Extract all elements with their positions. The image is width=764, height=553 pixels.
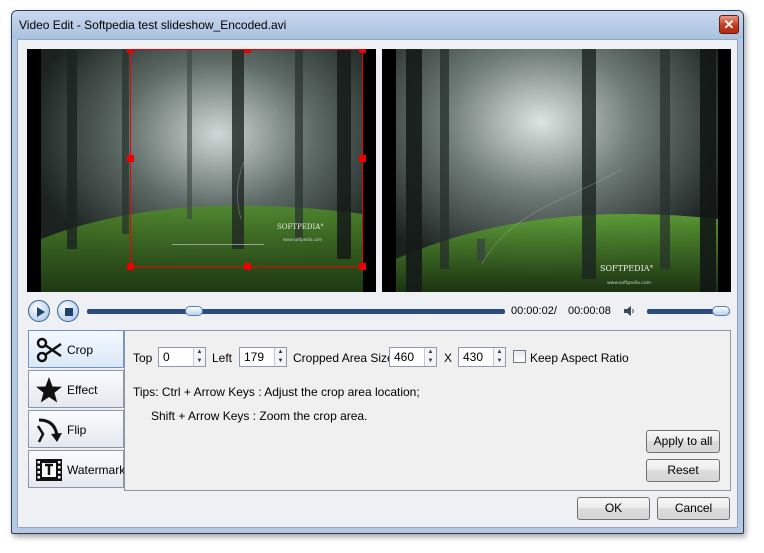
current-time: 00:00:02/ bbox=[511, 305, 557, 317]
ok-button[interactable]: OK bbox=[577, 497, 650, 520]
left-input[interactable] bbox=[240, 348, 274, 366]
left-spinner[interactable]: ▲▼ bbox=[239, 347, 287, 367]
crop-frame[interactable] bbox=[127, 49, 366, 270]
volume-bar[interactable] bbox=[647, 306, 730, 316]
source-preview[interactable]: SOFTPEDIA° www.softpedia.com bbox=[27, 49, 376, 292]
stop-icon bbox=[65, 308, 73, 316]
crop-handle-top[interactable] bbox=[244, 49, 251, 53]
tab-effect[interactable]: Effect bbox=[28, 370, 124, 408]
top-label: Top bbox=[133, 351, 153, 365]
right-watermark-url: www.softpedia.com bbox=[607, 280, 651, 286]
top-spinner[interactable]: ▲▼ bbox=[158, 347, 206, 367]
top-input[interactable] bbox=[159, 348, 193, 366]
width-spinner[interactable]: ▲▼ bbox=[389, 347, 437, 367]
size-x-label: X bbox=[444, 351, 453, 365]
tab-flip[interactable]: Flip bbox=[28, 410, 124, 448]
left-spin-arrows[interactable]: ▲ ▼ bbox=[274, 348, 286, 366]
forest-output-image: SOFTPEDIA° www.softpedia.com bbox=[382, 49, 731, 292]
crop-handle-right[interactable] bbox=[359, 155, 366, 162]
speaker-icon[interactable] bbox=[622, 304, 636, 318]
crop-handle-bottom-right[interactable] bbox=[359, 263, 366, 270]
crop-handle-top-right[interactable] bbox=[359, 49, 366, 53]
crop-handle-bottom-left[interactable] bbox=[127, 263, 134, 270]
crop-handle-bottom[interactable] bbox=[244, 263, 251, 270]
crop-handle-left[interactable] bbox=[127, 155, 134, 162]
top-spin-arrows[interactable]: ▲ ▼ bbox=[193, 348, 205, 366]
seek-bar[interactable] bbox=[87, 306, 505, 316]
star-icon bbox=[36, 377, 62, 403]
keep-aspect-checkbox[interactable] bbox=[513, 350, 526, 363]
height-input[interactable] bbox=[459, 348, 493, 366]
output-preview: SOFTPEDIA° www.softpedia.com bbox=[382, 49, 731, 292]
play-button[interactable] bbox=[28, 300, 50, 322]
spin-down-icon[interactable]: ▼ bbox=[425, 357, 436, 366]
spin-down-icon[interactable]: ▼ bbox=[494, 357, 505, 366]
title-bar[interactable]: Video Edit - Softpedia test slideshow_En… bbox=[12, 11, 743, 39]
tab-crop-label: Crop bbox=[67, 343, 94, 357]
scissors-icon bbox=[36, 337, 62, 363]
width-input[interactable] bbox=[390, 348, 424, 366]
cancel-button[interactable]: Cancel bbox=[657, 497, 730, 520]
right-watermark: SOFTPEDIA° bbox=[600, 264, 654, 273]
crop-handle-top-left[interactable] bbox=[127, 49, 134, 53]
cropped-area-label: Cropped Area Size bbox=[293, 351, 394, 365]
crop-panel: Top ▲▼ Left ▲▼ Cropped Area Size ▲▼ X ▲▼… bbox=[124, 330, 731, 491]
tab-watermark[interactable]: Watermark bbox=[28, 450, 126, 488]
flip-arrow-icon bbox=[36, 418, 62, 443]
height-spinner[interactable]: ▲▼ bbox=[458, 347, 506, 367]
spin-up-icon[interactable]: ▲ bbox=[425, 348, 436, 357]
tab-flip-label: Flip bbox=[67, 423, 87, 437]
play-icon bbox=[37, 307, 45, 317]
left-label: Left bbox=[212, 351, 233, 365]
spin-up-icon[interactable]: ▲ bbox=[494, 348, 505, 357]
spin-down-icon[interactable]: ▼ bbox=[194, 357, 205, 366]
stop-button[interactable] bbox=[57, 300, 79, 322]
tab-watermark-label: Watermark bbox=[67, 463, 126, 477]
tab-crop[interactable]: Crop bbox=[28, 330, 124, 368]
spin-up-icon[interactable]: ▲ bbox=[194, 348, 205, 357]
close-button[interactable]: ✕ bbox=[719, 15, 739, 34]
seek-thumb[interactable] bbox=[185, 306, 203, 316]
tip-line-1: Tips: Ctrl + Arrow Keys : Adjust the cro… bbox=[133, 385, 420, 399]
close-icon: ✕ bbox=[723, 17, 735, 32]
apply-to-all-button[interactable]: Apply to all bbox=[646, 430, 720, 453]
keep-aspect-label: Keep Aspect Ratio bbox=[530, 351, 629, 365]
height-spin-arrows[interactable]: ▲ ▼ bbox=[493, 348, 505, 366]
reset-button[interactable]: Reset bbox=[646, 459, 720, 482]
tip-line-2: Shift + Arrow Keys : Zoom the crop area. bbox=[151, 409, 368, 423]
dialog-body: SOFTPEDIA° www.softpedia.com SOFTPEDIA° … bbox=[17, 39, 738, 528]
volume-thumb[interactable] bbox=[712, 306, 730, 316]
tab-effect-label: Effect bbox=[67, 383, 98, 397]
total-time: 00:00:08 bbox=[568, 305, 611, 317]
video-edit-window: Video Edit - Softpedia test slideshow_En… bbox=[11, 10, 744, 534]
window-title: Video Edit - Softpedia test slideshow_En… bbox=[19, 18, 287, 32]
film-text-icon bbox=[36, 459, 62, 481]
spin-up-icon[interactable]: ▲ bbox=[275, 348, 286, 357]
spin-down-icon[interactable]: ▼ bbox=[275, 357, 286, 366]
width-spin-arrows[interactable]: ▲ ▼ bbox=[424, 348, 436, 366]
